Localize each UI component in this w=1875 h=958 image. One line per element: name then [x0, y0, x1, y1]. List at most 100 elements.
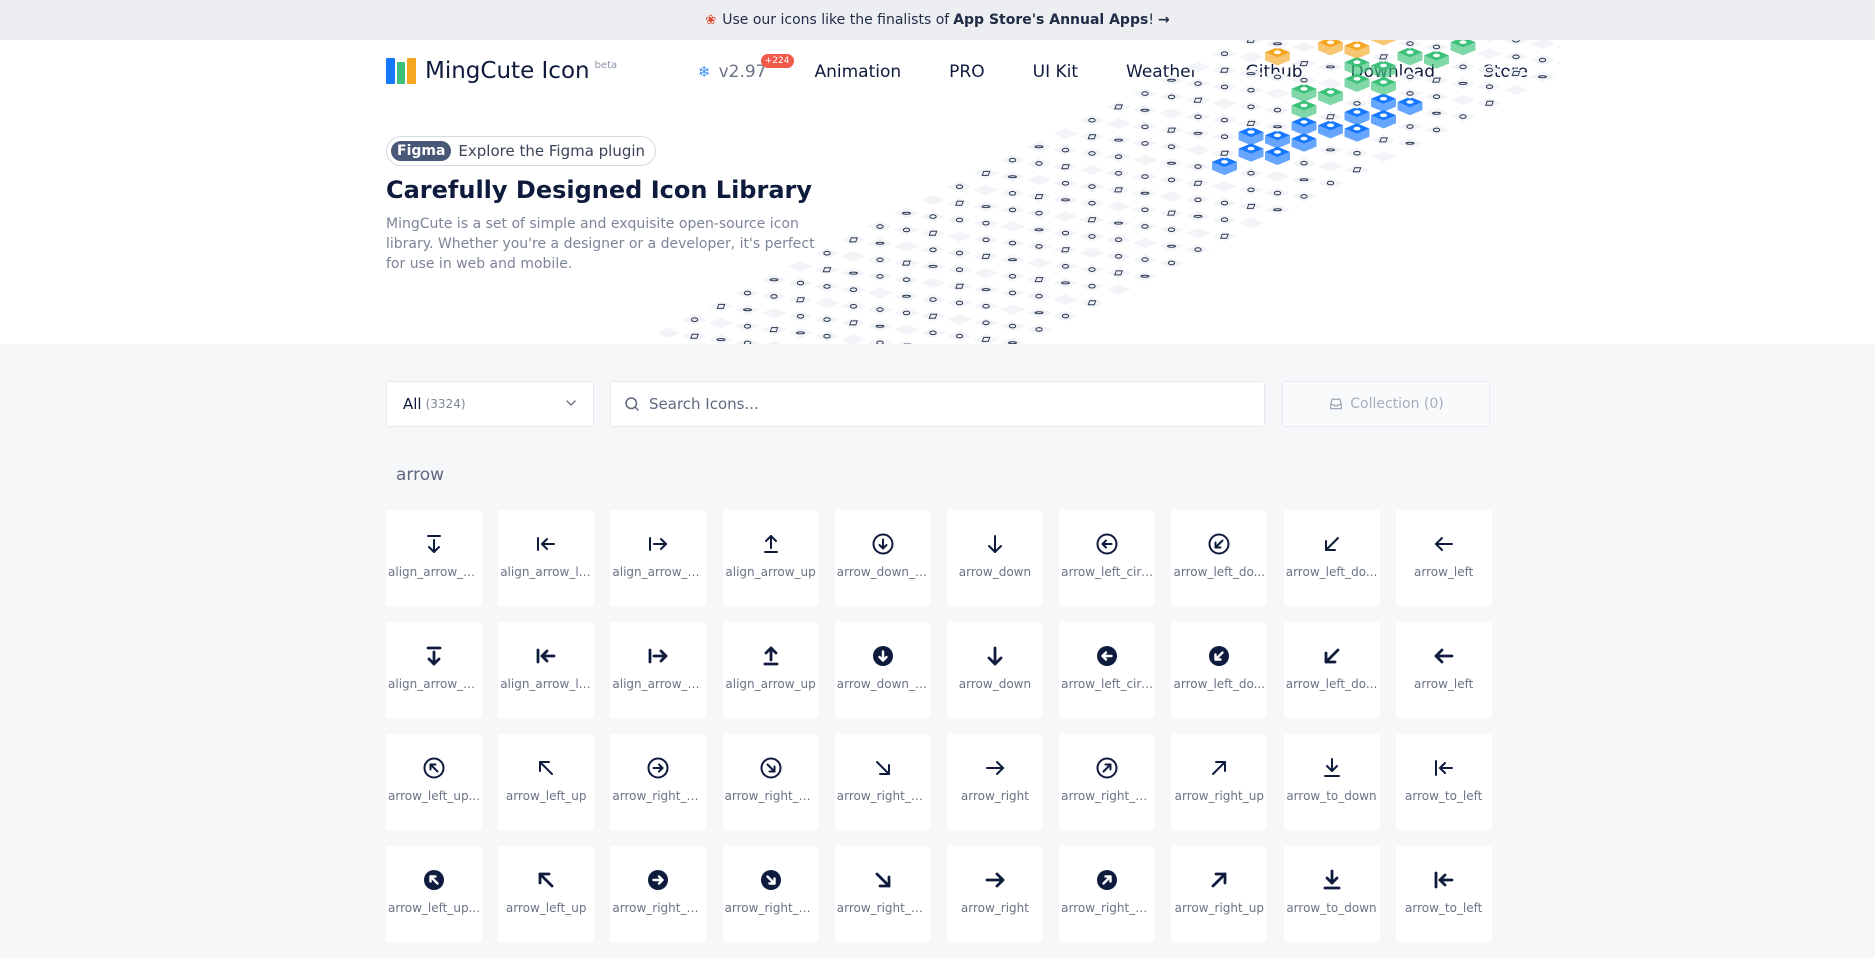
promo-banner[interactable]: ❀ Use our icons like the finalists of Ap… — [0, 0, 1875, 40]
icon-label: align_arrow_d... — [388, 677, 480, 691]
banner-text: Use our icons like the finalists of — [722, 12, 950, 28]
icon-label: arrow_left — [1414, 565, 1474, 579]
icon-card[interactable]: arrow_right_u... — [1059, 846, 1156, 942]
icon-card[interactable]: arrow_left — [1395, 622, 1492, 718]
icon-card[interactable]: align_arrow_d... — [386, 622, 482, 718]
icon-label: arrow_to_down — [1286, 901, 1377, 915]
icon-label: arrow_right — [960, 789, 1029, 803]
icon-card[interactable]: arrow_right_ci... — [610, 734, 707, 830]
arrow-right-down-icon — [871, 756, 895, 780]
icon-card[interactable]: align_arrow_left — [498, 510, 595, 606]
align-arrow-down-fill-icon — [422, 644, 446, 668]
icon-label: align_arrow_left — [500, 677, 593, 691]
align-arrow-up-fill-icon — [759, 644, 783, 668]
align-arrow-up-icon — [759, 532, 783, 556]
icon-label: arrow_to_down — [1286, 789, 1377, 803]
icon-label: arrow_to_left — [1404, 901, 1483, 915]
icon-card[interactable]: arrow_right_u... — [1059, 734, 1156, 830]
icon-card[interactable]: arrow_right_up — [1171, 734, 1268, 830]
banner-suffix: ! — [1148, 12, 1154, 28]
icon-card[interactable]: arrow_down_c... — [834, 622, 931, 718]
icon-card[interactable]: align_arrow_d... — [386, 510, 482, 606]
icon-card[interactable]: arrow_left_up — [498, 734, 595, 830]
gift-icon: ❀ — [705, 12, 717, 28]
icon-card[interactable]: arrow_down — [946, 510, 1043, 606]
beta-badge: beta — [594, 60, 618, 71]
arrow-left-up-circle-fill-icon — [422, 868, 446, 892]
icon-card[interactable]: arrow_left — [1395, 510, 1492, 606]
logo[interactable]: MingCute Icon beta — [386, 58, 617, 84]
icon-label: arrow_right_up — [1174, 901, 1264, 915]
figma-tag: Figma — [391, 141, 452, 161]
search-input[interactable] — [649, 395, 1209, 413]
icon-label: arrow_down — [958, 677, 1032, 691]
icon-card[interactable]: arrow_to_left — [1395, 846, 1492, 942]
icon-card[interactable]: arrow_to_down — [1283, 734, 1380, 830]
icon-card[interactable]: arrow_left_do... — [1283, 510, 1380, 606]
collection-label: Collection (0) — [1350, 396, 1444, 412]
icon-card[interactable]: arrow_right_d... — [834, 734, 931, 830]
arrow-down-fill-icon — [983, 644, 1007, 668]
icon-card[interactable]: arrow_to_left — [1395, 734, 1492, 830]
icon-label: align_arrow_up — [725, 677, 816, 691]
arrow-left-down-fill-icon — [1320, 644, 1344, 668]
icon-card[interactable]: arrow_left_up... — [386, 846, 482, 942]
arrow-right-icon — [983, 756, 1007, 780]
hero-section: MingCute Icon beta ❄ v2.97 +224 Animatio… — [0, 40, 1875, 344]
arrow-down-circle-icon — [871, 532, 895, 556]
icon-label: arrow_left_up — [505, 901, 587, 915]
icon-card[interactable]: arrow_left_do... — [1283, 622, 1380, 718]
arrow-right-fill-icon — [983, 868, 1007, 892]
align-arrow-right-fill-icon — [646, 644, 670, 668]
icon-label: arrow_left_do... — [1173, 677, 1266, 691]
icon-card[interactable]: arrow_right — [946, 734, 1043, 830]
icon-card[interactable]: align_arrow_up — [722, 510, 819, 606]
icon-label: align_arrow_up — [725, 565, 816, 579]
icon-card[interactable]: arrow_left_do... — [1171, 622, 1268, 718]
icon-card[interactable]: arrow_left_up — [498, 846, 595, 942]
icon-label: arrow_right_u... — [1061, 789, 1154, 803]
logo-icon — [386, 58, 417, 84]
icon-card[interactable]: arrow_right_up — [1171, 846, 1268, 942]
icon-card[interactable]: arrow_right_d... — [834, 846, 931, 942]
icon-card[interactable]: align_arrow_ri... — [610, 622, 707, 718]
icon-card[interactable]: arrow_left_circle — [1059, 510, 1156, 606]
icon-label: arrow_right_d... — [724, 901, 817, 915]
icon-label: arrow_left_do... — [1285, 677, 1378, 691]
search-box[interactable] — [610, 381, 1265, 427]
arrow-right-up-fill-icon — [1207, 868, 1231, 892]
icon-label: arrow_left_circle — [1061, 565, 1154, 579]
icon-label: arrow_right_ci... — [612, 901, 705, 915]
icon-card[interactable]: arrow_down — [946, 622, 1043, 718]
icon-label: arrow_down_c... — [836, 565, 929, 579]
section-heading: arrow — [396, 465, 445, 485]
arrow-right-circle-icon — [646, 756, 670, 780]
icon-label: align_arrow_ri... — [612, 565, 705, 579]
icon-card[interactable]: arrow_to_down — [1283, 846, 1380, 942]
figma-plugin-link[interactable]: Figma Explore the Figma plugin — [386, 136, 657, 166]
collection-button[interactable]: Collection (0) — [1282, 381, 1490, 427]
icon-label: arrow_down_c... — [836, 677, 929, 691]
icon-card[interactable]: arrow_right_d... — [722, 846, 819, 942]
icon-card[interactable]: arrow_right_ci... — [610, 846, 707, 942]
icon-card[interactable]: arrow_down_c... — [834, 510, 931, 606]
icon-card[interactable]: align_arrow_ri... — [610, 510, 707, 606]
icon-card[interactable]: arrow_left_circle — [1059, 622, 1156, 718]
banner-highlight[interactable]: App Store's Annual Apps — [953, 12, 1148, 28]
icon-card[interactable]: arrow_right — [946, 846, 1043, 942]
icon-label: arrow_left_circle — [1061, 677, 1154, 691]
icon-card[interactable]: align_arrow_left — [498, 622, 595, 718]
arrow-left-icon — [1432, 532, 1456, 556]
icon-label: arrow_right_ci... — [612, 789, 705, 803]
icon-label: arrow_left_do... — [1285, 565, 1378, 579]
search-icon — [625, 397, 639, 411]
icon-card[interactable]: align_arrow_up — [722, 622, 819, 718]
icon-label: arrow_left_do... — [1173, 565, 1266, 579]
icon-card[interactable]: arrow_right_d... — [722, 734, 819, 830]
chevron-down-icon — [566, 400, 576, 406]
icon-card[interactable]: arrow_left_up... — [386, 734, 482, 830]
icon-card[interactable]: arrow_left_do... — [1171, 510, 1268, 606]
arrow-down-icon — [983, 532, 1007, 556]
category-select[interactable]: All (3324) — [386, 381, 594, 427]
category-value: All — [403, 395, 422, 413]
